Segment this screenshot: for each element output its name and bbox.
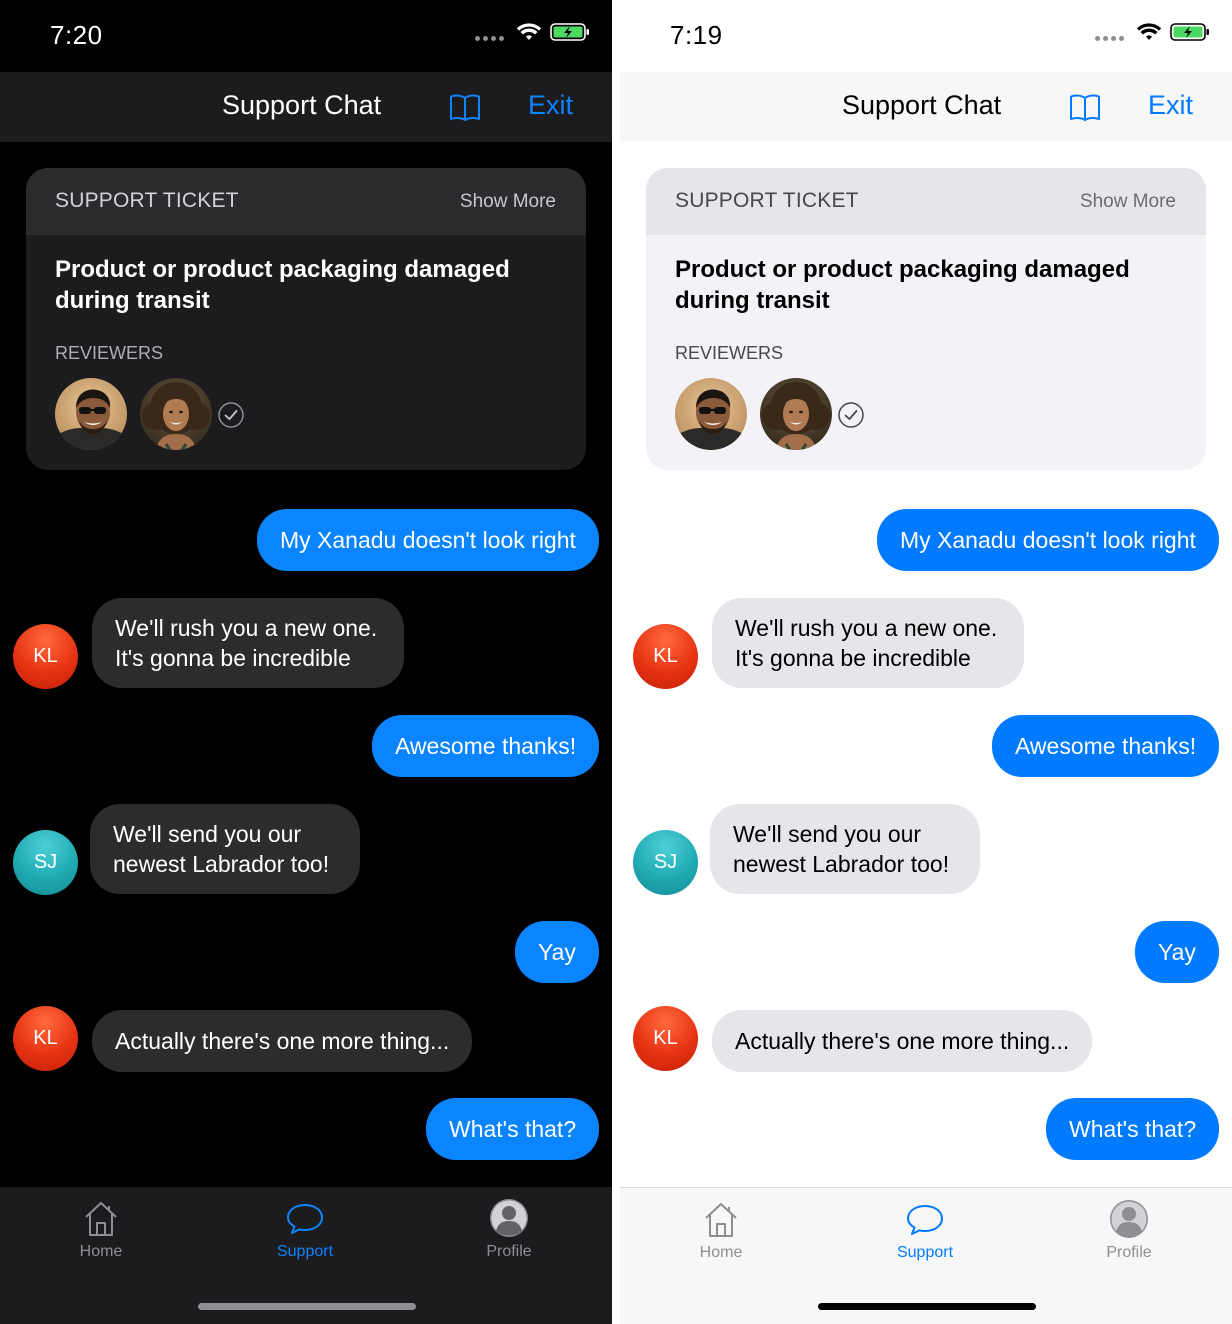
exit-button[interactable]: Exit	[1148, 90, 1193, 121]
support-ticket-card: SUPPORT TICKET Show More Product or prod…	[26, 168, 586, 470]
light-mode-screen: 7:19 Support Chat Exit SUPPORT TICKET Sh…	[620, 0, 1232, 1324]
message-line: We'll send you our	[733, 821, 922, 847]
tab-label: Home	[699, 1244, 743, 1261]
home-icon	[705, 1203, 737, 1237]
reviewers-label: REVIEWERS	[675, 343, 784, 363]
reviewer-avatar[interactable]	[55, 378, 127, 450]
outgoing-message: What's that?	[426, 1098, 600, 1160]
tab-profile[interactable]: Profile	[1059, 1198, 1199, 1262]
avatar-sj[interactable]: SJ	[633, 830, 698, 895]
tab-support[interactable]: Support	[235, 1197, 375, 1261]
exit-button[interactable]: Exit	[528, 90, 573, 121]
status-time: 7:20	[50, 20, 103, 50]
incoming-message: We'll rush you a new one. It's gonna be …	[712, 598, 1024, 688]
approved-check-icon	[218, 402, 244, 428]
outgoing-message: Yay	[515, 921, 599, 983]
home-indicator[interactable]	[818, 1303, 1036, 1310]
message-line: newest Labrador too!	[113, 851, 330, 877]
incoming-message: Actually there's one more thing...	[92, 1010, 473, 1072]
wifi-icon	[516, 23, 542, 40]
tab-label: Home	[79, 1243, 123, 1260]
tab-label: Profile	[1106, 1244, 1152, 1261]
reviewer-avatar[interactable]	[140, 378, 212, 450]
dark-mode-screen: 7:20 Support Chat Exit SUPPORT TICKET Sh…	[0, 0, 612, 1324]
profile-icon	[1110, 1200, 1148, 1238]
avatar-kl[interactable]: KL	[633, 624, 698, 689]
message-line: We'll rush you a new one.	[115, 615, 378, 641]
reviewers-label: REVIEWERS	[55, 343, 164, 363]
incoming-message: We'll rush you a new one. It's gonna be …	[92, 598, 404, 688]
avatar-kl[interactable]: KL	[633, 1006, 698, 1071]
ticket-title: Product or product packaging damaged dur…	[55, 256, 510, 314]
avatar-kl[interactable]: KL	[13, 624, 78, 689]
reviewer-avatar[interactable]	[675, 378, 747, 450]
message-line: It's gonna be incredible	[735, 645, 971, 671]
ticket-header: SUPPORT TICKET Show More	[646, 168, 1206, 235]
show-more-button[interactable]: Show More	[460, 191, 556, 213]
support-ticket-card: SUPPORT TICKET Show More Product or prod…	[646, 168, 1206, 470]
outgoing-message: My Xanadu doesn't look right	[877, 509, 1219, 571]
profile-icon	[490, 1199, 528, 1237]
status-icons	[1095, 22, 1210, 42]
reviewer-avatar[interactable]	[760, 378, 832, 450]
message-line: newest Labrador too!	[733, 851, 950, 877]
cellular-signal-icon	[1095, 35, 1124, 41]
tab-home[interactable]: Home	[31, 1197, 171, 1261]
show-more-button[interactable]: Show More	[1080, 191, 1176, 213]
cellular-signal-icon	[475, 35, 504, 41]
chat-bubble-icon	[287, 1204, 323, 1234]
status-bar: 7:20	[0, 0, 612, 72]
tab-label: Support	[276, 1243, 334, 1260]
navigation-bar: Support Chat Exit	[620, 72, 1232, 142]
tab-label: Profile	[486, 1243, 532, 1260]
chat-bubble-icon	[907, 1205, 943, 1235]
book-icon[interactable]	[448, 90, 482, 124]
status-bar: 7:19	[620, 0, 1232, 72]
avatar-kl[interactable]: KL	[13, 1006, 78, 1071]
message-line: We'll send you our	[113, 821, 302, 847]
ticket-label: SUPPORT TICKET	[55, 189, 239, 212]
approved-check-icon	[838, 402, 864, 428]
outgoing-message: Awesome thanks!	[992, 715, 1220, 777]
page-title: Support Chat	[222, 90, 382, 120]
incoming-message: We'll send you our newest Labrador too!	[90, 804, 360, 894]
tab-profile[interactable]: Profile	[439, 1197, 579, 1261]
tab-home[interactable]: Home	[651, 1198, 791, 1262]
outgoing-message: Awesome thanks!	[372, 715, 600, 777]
battery-charging-icon	[550, 23, 589, 41]
ticket-label: SUPPORT TICKET	[675, 189, 859, 212]
incoming-message: Actually there's one more thing...	[712, 1010, 1093, 1072]
avatar-sj[interactable]: SJ	[13, 830, 78, 895]
tab-label: Support	[896, 1244, 954, 1261]
message-line: It's gonna be incredible	[115, 645, 351, 671]
battery-charging-icon	[1170, 23, 1209, 41]
page-title: Support Chat	[842, 90, 1002, 120]
home-indicator[interactable]	[198, 1303, 416, 1310]
incoming-message: We'll send you our newest Labrador too!	[710, 804, 980, 894]
tab-support[interactable]: Support	[855, 1198, 995, 1262]
status-icons	[475, 22, 590, 42]
navigation-bar: Support Chat Exit	[0, 72, 612, 142]
ticket-title: Product or product packaging damaged dur…	[675, 256, 1130, 314]
ticket-header: SUPPORT TICKET Show More	[26, 168, 586, 235]
message-line: We'll rush you a new one.	[735, 615, 998, 641]
status-time: 7:19	[670, 20, 723, 50]
outgoing-message: What's that?	[1046, 1098, 1220, 1160]
home-icon	[85, 1202, 117, 1236]
book-icon[interactable]	[1068, 90, 1102, 124]
outgoing-message: Yay	[1135, 921, 1219, 983]
outgoing-message: My Xanadu doesn't look right	[257, 509, 599, 571]
wifi-icon	[1136, 23, 1162, 40]
